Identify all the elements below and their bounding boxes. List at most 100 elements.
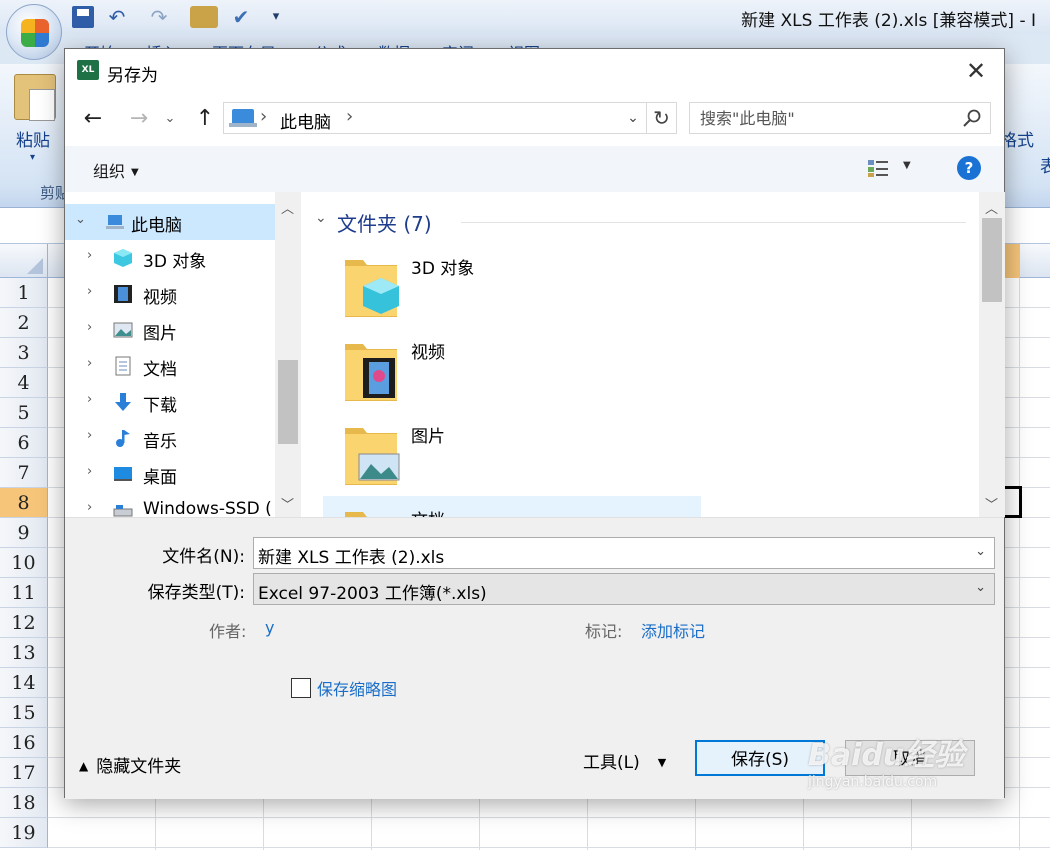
folder-item-videos[interactable]: 视频 (323, 328, 701, 412)
row-header[interactable]: 9 (0, 518, 48, 548)
filename-value[interactable]: 新建 XLS 工作表 (2).xls (258, 543, 444, 568)
scroll-down-icon[interactable]: ﹀ (281, 494, 294, 513)
collapsed-chevron-icon[interactable]: › (87, 428, 92, 443)
expanded-chevron-icon[interactable]: ⌄ (75, 212, 86, 227)
nav-item-this-pc[interactable]: ⌄ 此电脑 (65, 204, 275, 240)
row-header[interactable]: 11 (0, 578, 48, 608)
row-header[interactable]: 19 (0, 818, 48, 848)
view-options-dropdown-icon[interactable]: ▼ (903, 160, 911, 171)
folder-item-documents[interactable]: 文档 (323, 496, 701, 517)
scroll-up-icon[interactable]: ︿ (985, 198, 998, 217)
filetype-select[interactable]: Excel 97-2003 工作簿(*.xls) ⌄ (253, 573, 995, 605)
search-icon[interactable] (962, 108, 982, 128)
breadcrumb-this-pc[interactable]: 此电脑 (280, 108, 331, 133)
row-header[interactable]: 15 (0, 698, 48, 728)
navigation-pane-scrollbar[interactable]: ︿ ﹀ (275, 192, 301, 517)
collapsed-chevron-icon[interactable]: › (87, 392, 92, 407)
address-dropdown-icon[interactable]: ⌄ (621, 102, 645, 134)
help-icon[interactable]: ? (957, 156, 981, 180)
nav-item-videos[interactable]: › 视频 (65, 276, 275, 312)
tools-icon[interactable] (190, 6, 218, 28)
group-collapse-chevron-icon[interactable]: ⌄ (315, 210, 327, 226)
collapsed-chevron-icon[interactable]: › (87, 248, 92, 263)
nav-item-desktop[interactable]: › 桌面 (65, 456, 275, 492)
row-header[interactable]: 2 (0, 308, 48, 338)
search-box[interactable] (689, 102, 991, 134)
scrollbar-thumb[interactable] (982, 218, 1002, 302)
paste-icon[interactable] (14, 74, 56, 121)
up-arrow-icon[interactable]: ↑ (191, 104, 219, 134)
add-tags-link[interactable]: 添加标记 (641, 618, 705, 642)
check-icon[interactable]: ✔ (228, 6, 254, 28)
row-header[interactable]: 5 (0, 398, 48, 428)
forward-arrow-icon[interactable]: → (125, 104, 153, 134)
nav-item-3d-objects[interactable]: › 3D 对象 (65, 240, 275, 276)
row-header[interactable]: 8 (0, 488, 48, 518)
row-header[interactable]: 12 (0, 608, 48, 638)
address-bar[interactable]: › 此电脑 › (223, 102, 647, 134)
excel-file-icon: XL (77, 60, 99, 80)
collapsed-chevron-icon[interactable]: › (87, 464, 92, 479)
author-value[interactable]: y (265, 618, 274, 637)
row-header[interactable]: 17 (0, 758, 48, 788)
nav-item-downloads[interactable]: › 下载 (65, 384, 275, 420)
hide-folders-toggle[interactable]: ▲ 隐藏文件夹 (79, 752, 181, 777)
folder-item-pictures[interactable]: 图片 (323, 412, 701, 496)
scroll-down-icon[interactable]: ﹀ (985, 494, 998, 513)
table-button-label[interactable]: 表 (1040, 152, 1050, 177)
row-header[interactable]: 16 (0, 728, 48, 758)
breadcrumb-separator[interactable]: › (260, 106, 267, 127)
back-arrow-icon[interactable]: ← (79, 104, 107, 134)
filename-field[interactable]: 新建 XLS 工作表 (2).xls ⌄ (253, 537, 995, 569)
row-header[interactable]: 6 (0, 428, 48, 458)
row-header[interactable]: 13 (0, 638, 48, 668)
refresh-icon[interactable]: ↻ (647, 102, 677, 134)
save-icon[interactable] (72, 6, 94, 28)
row-header[interactable]: 4 (0, 368, 48, 398)
breadcrumb-separator[interactable]: › (346, 106, 353, 127)
office-logo-icon (21, 19, 49, 47)
row-header[interactable]: 18 (0, 788, 48, 818)
worksheet-row[interactable]: 19 (0, 818, 1050, 848)
customize-toolbar-icon[interactable]: ▾ (270, 6, 282, 28)
chevron-down-icon[interactable]: ⌄ (975, 580, 986, 595)
row-header[interactable]: 3 (0, 338, 48, 368)
row-header[interactable]: 14 (0, 668, 48, 698)
collapsed-chevron-icon[interactable]: › (87, 500, 92, 515)
recent-locations-chevron-icon[interactable]: ⌄ (161, 104, 179, 134)
scrollbar-thumb[interactable] (278, 360, 298, 444)
tools-menu[interactable]: 工具(L) ▼ (583, 748, 666, 773)
paste-dropdown-icon[interactable]: ▾ (30, 152, 35, 163)
undo-icon[interactable]: ↶ (106, 6, 128, 28)
folders-group-header[interactable]: 文件夹 (7) (337, 208, 432, 237)
paste-button-label[interactable]: 粘贴 (16, 126, 50, 151)
collapsed-chevron-icon[interactable]: › (87, 320, 92, 335)
nav-item-documents[interactable]: › 文档 (65, 348, 275, 384)
redo-icon[interactable]: ↷ (148, 6, 170, 28)
office-button[interactable] (6, 4, 62, 60)
save-thumbnail-label[interactable]: 保存缩略图 (317, 676, 397, 700)
save-thumbnail-checkbox[interactable] (291, 678, 311, 698)
file-list-scrollbar[interactable]: ︿ ﹀ (979, 192, 1005, 517)
row-header[interactable]: 1 (0, 278, 48, 308)
filetype-value[interactable]: Excel 97-2003 工作簿(*.xls) (258, 579, 487, 604)
collapsed-chevron-icon[interactable]: › (87, 284, 92, 299)
change-view-icon[interactable] (867, 158, 889, 178)
nav-item-pictures[interactable]: › 图片 (65, 312, 275, 348)
scroll-up-icon[interactable]: ︿ (281, 198, 294, 217)
nav-item-windows-ssd[interactable]: › Windows-SSD ( (65, 492, 275, 517)
search-input[interactable] (690, 103, 960, 133)
folder-item-3d-objects[interactable]: 3D 对象 (323, 244, 701, 328)
nav-item-music[interactable]: › 音乐 (65, 420, 275, 456)
row-header[interactable]: 7 (0, 458, 48, 488)
organize-menu[interactable]: 组织 ▼ (93, 158, 139, 182)
chevron-down-icon[interactable]: ⌄ (975, 544, 986, 559)
collapsed-chevron-icon[interactable]: › (87, 356, 92, 371)
close-button[interactable]: ✕ (954, 53, 998, 89)
select-all-corner[interactable] (0, 244, 48, 278)
save-button[interactable]: 保存(S) (695, 740, 825, 776)
window-title: 新建 XLS 工作表 (2).xls [兼容模式] - I (741, 11, 1036, 31)
format-button-label[interactable]: 格式 (1000, 126, 1034, 151)
nav-item-label: 此电脑 (131, 216, 182, 236)
row-header[interactable]: 10 (0, 548, 48, 578)
